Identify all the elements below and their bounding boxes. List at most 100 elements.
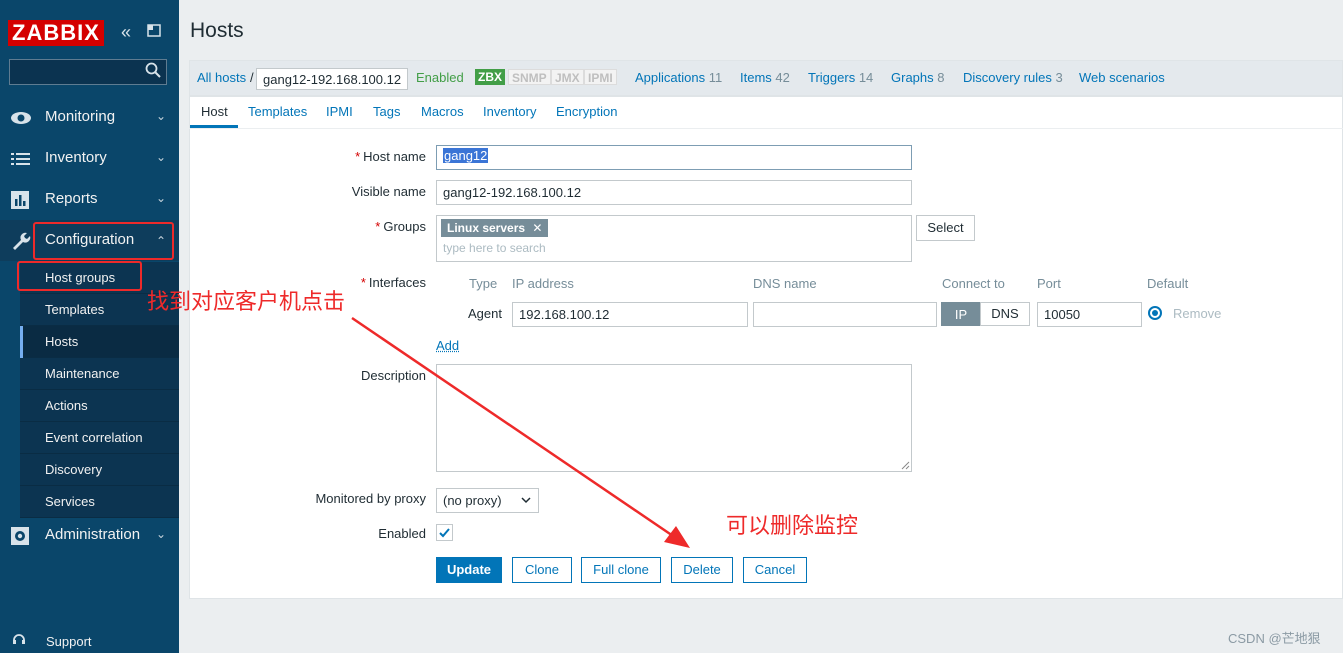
web-scenarios-link[interactable]: Web scenarios [1079, 70, 1165, 85]
menu-administration[interactable]: Administration ⌄ [0, 515, 179, 556]
iface-type-header: Type [469, 276, 498, 291]
menu-inventory[interactable]: Inventory ⌄ [0, 138, 179, 179]
visible-name-label: Visible name [351, 184, 426, 199]
group-search-input[interactable]: type here to search [443, 241, 546, 255]
watermark: CSDN @芒地狠 [1228, 631, 1321, 646]
connect-ip-toggle[interactable]: IP [941, 302, 981, 326]
submenu-hosts[interactable]: Hosts [20, 326, 179, 358]
items-link[interactable]: Items 42 [740, 70, 790, 85]
submenu-maintenance[interactable]: Maintenance [20, 358, 179, 390]
label-text: Interfaces [368, 275, 426, 290]
submenu-label: Templates [45, 302, 105, 317]
link-count: 14 [858, 70, 874, 85]
eye-icon [11, 112, 31, 124]
proxy-select[interactable]: (no proxy) [436, 488, 539, 513]
all-hosts-link[interactable]: All hosts [197, 70, 246, 85]
graphs-link[interactable]: Graphs 8 [891, 70, 945, 85]
iface-add-link[interactable]: Add [436, 338, 459, 353]
chevron-down-icon: ⌄ [155, 109, 166, 123]
menu-administration-label: Administration [45, 526, 141, 543]
iface-port-header: Port [1037, 276, 1061, 291]
required-mark: * [360, 275, 366, 290]
availability-zbx: ZBX [475, 69, 505, 85]
link-count: 8 [937, 70, 945, 85]
iface-ip-header: IP address [512, 276, 574, 291]
tab-templates[interactable]: Templates [248, 104, 307, 119]
iface-port-input[interactable]: 10050 [1037, 302, 1142, 327]
update-button[interactable]: Update [436, 557, 502, 583]
clone-button[interactable]: Clone [512, 557, 572, 583]
iface-connect-header: Connect to [942, 276, 1005, 291]
required-mark: * [375, 219, 381, 234]
chevron-down-icon: ⌄ [155, 150, 166, 164]
chevron-down-icon: ⌄ [155, 527, 166, 541]
kiosk-mode-icon[interactable] [146, 22, 162, 44]
link-label: Web scenarios [1079, 70, 1165, 85]
bar-chart-icon [11, 191, 29, 209]
label-text: Groups [383, 219, 426, 234]
iface-dns-header: DNS name [753, 276, 817, 291]
availability-snmp: SNMP [508, 69, 551, 85]
description-textarea[interactable] [436, 364, 912, 472]
availability-jmx: JMX [551, 69, 584, 85]
chevron-down-icon [521, 497, 531, 504]
submenu-actions[interactable]: Actions [20, 390, 179, 422]
proxy-label: Monitored by proxy [315, 491, 426, 506]
iface-type-value: Agent [468, 306, 502, 321]
collapse-sidebar-icon[interactable]: « [121, 22, 131, 42]
support-link[interactable]: Support [12, 632, 92, 649]
menu-inventory-label: Inventory [45, 149, 107, 166]
remove-tag-icon[interactable]: ✕ [532, 221, 542, 235]
menu-reports[interactable]: Reports ⌄ [0, 179, 179, 220]
submenu-label: Actions [45, 398, 88, 413]
cancel-button[interactable]: Cancel [743, 557, 807, 583]
full-clone-button[interactable]: Full clone [581, 557, 661, 583]
search-icon[interactable] [145, 62, 161, 78]
menu-monitoring[interactable]: Monitoring ⌄ [0, 97, 179, 138]
applications-link[interactable]: Applications 11 [635, 70, 722, 85]
groups-label: * Groups [340, 219, 426, 234]
visible-name-input[interactable]: gang12-192.168.100.12 [436, 180, 912, 205]
iface-ip-input[interactable]: 192.168.100.12 [512, 302, 748, 327]
tabs-bar [189, 97, 1343, 129]
sidebar: ZABBIX « Monitoring ⌄ Inventory ⌄ Report… [0, 0, 179, 653]
discovery-rules-link[interactable]: Discovery rules 3 [963, 70, 1063, 85]
link-label: Triggers [808, 70, 856, 85]
host-status-badge[interactable]: Enabled [416, 70, 464, 85]
active-tab-indicator [190, 125, 238, 128]
breadcrumb-separator: / [250, 70, 254, 85]
tab-ipmi[interactable]: IPMI [326, 104, 353, 119]
groups-multiselect[interactable]: Linux servers ✕ type here to search [436, 215, 912, 262]
wrench-icon [13, 232, 31, 250]
tab-encryption[interactable]: Encryption [556, 104, 617, 119]
zabbix-logo[interactable]: ZABBIX [8, 20, 104, 46]
delete-button[interactable]: Delete [671, 557, 733, 583]
tab-host[interactable]: Host [201, 104, 228, 119]
submenu-event-correlation[interactable]: Event correlation [20, 422, 179, 454]
annotation-find-host: 找到对应客户机点击 [147, 290, 346, 315]
current-host-breadcrumb[interactable]: gang12-192.168.100.12 [256, 68, 409, 90]
menu-monitoring-label: Monitoring [45, 108, 116, 125]
triggers-link[interactable]: Triggers 14 [808, 70, 873, 85]
enabled-checkbox[interactable] [436, 524, 453, 541]
availability-ipmi: IPMI [584, 69, 617, 85]
connect-dns-toggle[interactable]: DNS [980, 302, 1030, 326]
iface-dns-input[interactable] [753, 302, 937, 327]
submenu-services[interactable]: Services [20, 486, 179, 518]
tab-inventory[interactable]: Inventory [483, 104, 536, 119]
proxy-value: (no proxy) [443, 493, 502, 508]
submenu-discovery[interactable]: Discovery [20, 454, 179, 486]
tab-tags[interactable]: Tags [373, 104, 400, 119]
description-label: Description [360, 368, 426, 383]
tab-macros[interactable]: Macros [421, 104, 464, 119]
link-count: 3 [1055, 70, 1063, 85]
resize-handle-icon[interactable] [901, 461, 910, 470]
groups-select-button[interactable]: Select [916, 215, 975, 241]
required-mark: * [355, 149, 361, 164]
host-name-input[interactable]: gang12 [436, 145, 912, 170]
iface-default-radio[interactable] [1148, 306, 1162, 320]
sidebar-search-input[interactable] [9, 59, 167, 85]
gear-icon [11, 527, 29, 545]
annotation-highlight-configuration [33, 222, 174, 260]
iface-remove-link[interactable]: Remove [1173, 306, 1221, 321]
